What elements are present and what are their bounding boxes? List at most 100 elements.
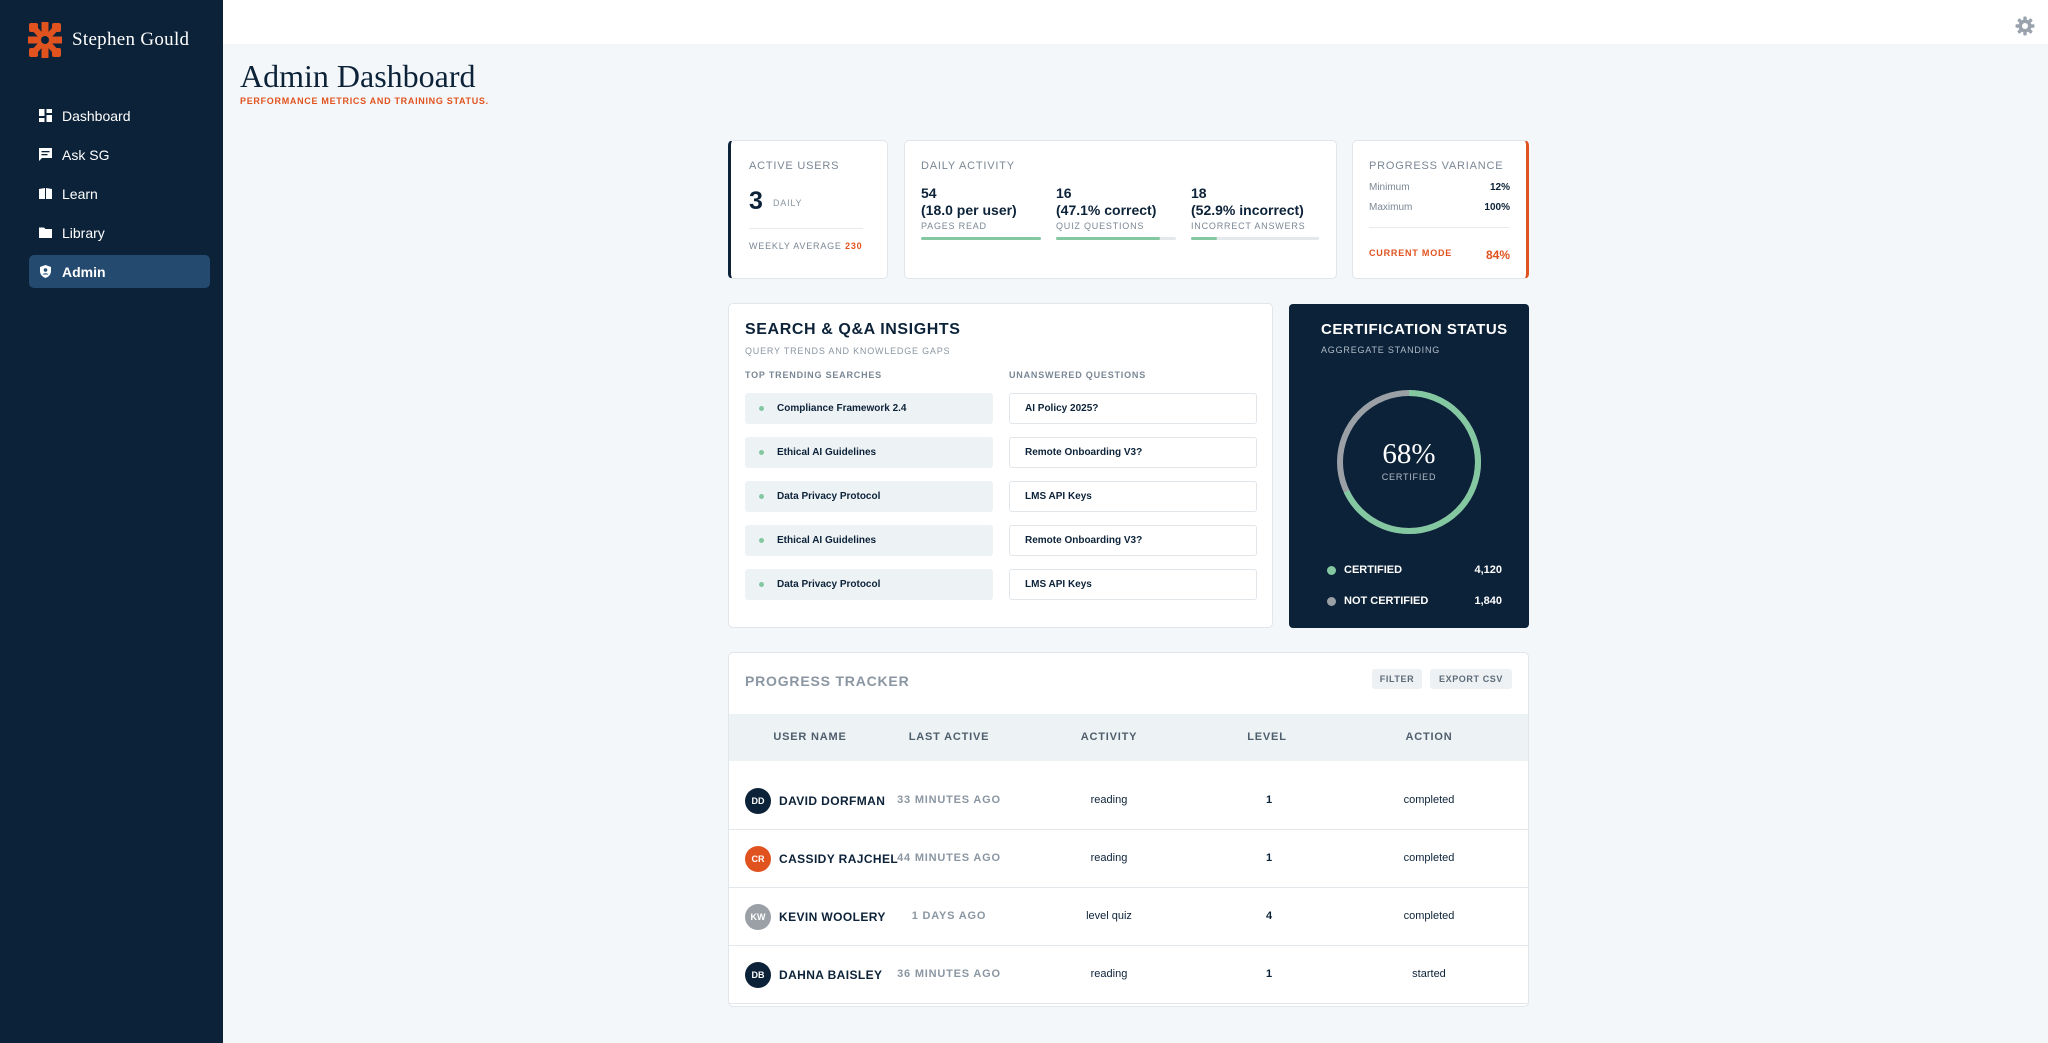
last-active: 1 DAYS AGO [911,910,987,922]
bullet-dot [759,450,764,455]
sidebar-nav: Dashboard Ask SG Learn Library Admin [29,99,210,294]
table-row[interactable]: DB DAHNA BAISLEY 36 MINUTES AGO reading … [729,946,1528,1004]
sidebar-item-label: Learn [62,185,98,202]
activity: reading [1090,852,1128,864]
stat-progress-bar [921,237,1041,240]
search-insights-card: SEARCH & Q&A INSIGHTS QUERY TRENDS AND K… [728,303,1273,628]
divider [1369,227,1510,228]
current-mode-row: CURRENT MODE 84% [1369,248,1510,262]
stat-progress-bar [1191,237,1319,240]
unanswered-item-label: Remote Onboarding V3? [1025,447,1143,458]
unanswered-item-label: LMS API Keys [1025,579,1092,590]
unanswered-item-label: LMS API Keys [1025,491,1092,502]
gear-icon[interactable] [2015,16,2035,36]
sidebar-item-admin[interactable]: Admin [29,255,210,288]
active-users-value: 3 [749,187,763,215]
trending-item[interactable]: Ethical AI Guidelines [745,437,993,468]
action: completed [1403,852,1455,864]
chat-icon [39,148,52,161]
column-header[interactable]: LEVEL [1207,714,1327,761]
table-row[interactable]: DD DAVID DORFMAN 33 MINUTES AGO reading … [729,772,1528,830]
divider [749,228,863,229]
legend-value: 1,840 [1474,595,1502,607]
trending-item-label: Data Privacy Protocol [777,491,881,502]
certified-caption: CERTIFIED [1381,472,1437,482]
incorrect-answers-stat: 18 (52.9% incorrect) INCORRECT ANSWERS [1191,185,1319,240]
level: 4 [1265,910,1273,922]
maximum-row: Maximum 100% [1369,202,1510,213]
book-icon [39,188,52,199]
table-row[interactable]: CR CASSIDY RAJCHEL 44 MINUTES AGO readin… [729,830,1528,888]
card-title: PROGRESS TRACKER [745,673,910,689]
active-users-unit: DAILY [773,198,803,208]
avatar: CR [745,846,771,872]
trending-item-label: Data Privacy Protocol [777,579,881,590]
trending-item-label: Ethical AI Guidelines [777,535,877,546]
column-header[interactable]: LAST ACTIVE [889,714,1009,761]
weekly-average-value: 230 [845,241,863,251]
trending-item[interactable]: Compliance Framework 2.4 [745,393,993,424]
trending-item[interactable]: Data Privacy Protocol [745,569,993,600]
sidebar-item-ask-sg[interactable]: Ask SG [29,138,210,171]
progress-tracker-card: PROGRESS TRACKER FILTER EXPORT CSV USER … [728,652,1529,1007]
minimum-value: 12% [1489,182,1510,193]
dashboard-icon [39,109,52,122]
quiz-questions-stat: 16 (47.1% correct) QUIZ QUESTIONS [1056,185,1176,240]
trending-item[interactable]: Data Privacy Protocol [745,481,993,512]
unanswered-item[interactable]: Remote Onboarding V3? [1009,437,1257,468]
legend-dot [1327,596,1336,606]
column-header[interactable]: USER NAME [745,714,875,761]
sidebar-item-learn[interactable]: Learn [29,177,210,210]
stat-progress-bar [1056,237,1176,240]
stat-caption: INCORRECT ANSWERS [1191,221,1306,231]
bullet-dot [759,582,764,587]
legend-dot [1327,565,1336,575]
bullet-dot [759,538,764,543]
pages-read-stat: 54 (18.0 per user) PAGES READ [921,185,1041,240]
certification-card: CERTIFICATION STATUS AGGREGATE STANDING … [1289,304,1529,628]
progress-variance-card: PROGRESS VARIANCE Minimum 12% Maximum 10… [1352,140,1529,279]
unanswered-item-label: AI Policy 2025? [1025,403,1099,414]
trending-item-label: Compliance Framework 2.4 [777,403,907,414]
user-name: CASSIDY RAJCHEL [779,852,899,866]
column-header[interactable]: ACTIVITY [1049,714,1169,761]
sidebar: Stephen Gould Dashboard Ask SG Learn Lib… [0,0,223,1043]
stat-value: 54 [921,185,937,201]
card-label: DAILY ACTIVITY [921,160,1015,172]
filter-button[interactable]: FILTER [1372,669,1422,689]
avatar: KW [745,904,771,930]
stat-detail: (18.0 per user) [921,202,1017,218]
brand[interactable]: Stephen Gould [28,22,189,58]
maximum-value: 100% [1484,202,1510,213]
avatar: DD [745,788,771,814]
stat-detail: (52.9% incorrect) [1191,202,1304,218]
certified-percent: 68% [1382,438,1436,470]
unanswered-item[interactable]: LMS API Keys [1009,481,1257,512]
current-mode-label: CURRENT MODE [1369,248,1453,258]
sidebar-item-label: Admin [62,263,106,280]
sidebar-item-dashboard[interactable]: Dashboard [29,99,210,132]
activity: level quiz [1086,910,1132,922]
trending-item-label: Ethical AI Guidelines [777,447,877,458]
unanswered-item[interactable]: Remote Onboarding V3? [1009,525,1257,556]
user-name: DAVID DORFMAN [779,794,886,808]
current-mode-value: 84% [1485,248,1510,262]
avatar: DB [745,962,771,988]
unanswered-item[interactable]: LMS API Keys [1009,569,1257,600]
stat-progress-fill [1191,237,1217,240]
active-users-card: ACTIVE USERS 3 DAILY WEEKLY AVERAGE 230 [728,140,888,279]
unanswered-item[interactable]: AI Policy 2025? [1009,393,1257,424]
export-csv-button[interactable]: EXPORT CSV [1430,669,1512,689]
stat-progress-fill [921,237,1041,240]
gear-cross-logo [28,22,62,58]
trending-item[interactable]: Ethical AI Guidelines [745,525,993,556]
trending-header: TOP TRENDING SEARCHES [745,370,882,380]
minimum-row: Minimum 12% [1369,182,1510,193]
column-header[interactable]: ACTION [1369,714,1489,761]
stat-value: 18 [1191,185,1207,201]
card-subtitle: AGGREGATE STANDING [1321,345,1441,355]
table-row[interactable]: KW KEVIN WOOLERY 1 DAYS AGO level quiz 4… [729,888,1528,946]
sidebar-item-library[interactable]: Library [29,216,210,249]
action: completed [1403,910,1455,922]
activity: reading [1090,794,1128,806]
